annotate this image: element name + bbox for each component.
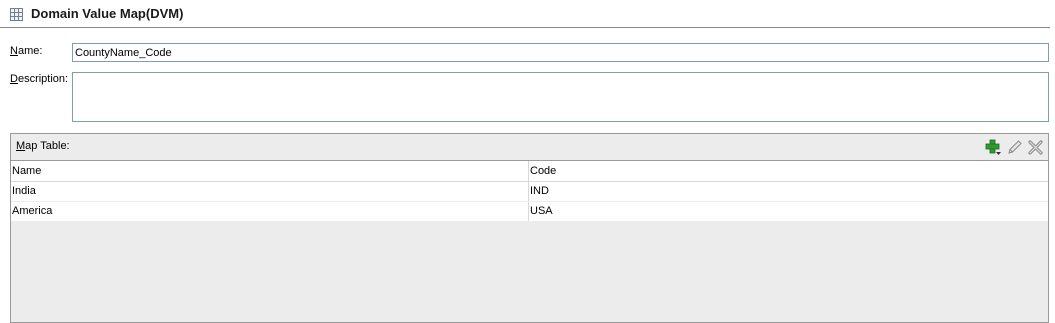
table-grid-icon	[10, 8, 23, 21]
map-table-label-access-key: M	[16, 140, 26, 152]
column-header-code[interactable]: Code	[529, 161, 1048, 181]
add-icon	[985, 139, 1001, 155]
name-label: Name:	[10, 45, 42, 57]
table-header-row: Name Code	[11, 160, 1048, 182]
map-table-label-rest: ap Table:	[25, 140, 70, 152]
description-label-rest: escription:	[17, 73, 69, 85]
description-label-access-key: D	[10, 73, 18, 85]
table-row[interactable]: America USA	[11, 202, 1048, 222]
table-cell-name[interactable]: America	[11, 202, 529, 221]
edit-row-button[interactable]	[1006, 139, 1023, 156]
map-table-label: Map Table:	[16, 140, 70, 152]
description-input[interactable]	[72, 72, 1049, 122]
page-header: Domain Value Map(DVM)	[0, 0, 1055, 28]
table-cell-name[interactable]: India	[11, 182, 529, 201]
table-row[interactable]: India IND	[11, 182, 1048, 202]
name-label-access-key: N	[10, 45, 18, 57]
page-title: Domain Value Map(DVM)	[31, 6, 184, 21]
table-cell-code[interactable]: IND	[529, 182, 1048, 201]
delete-row-button[interactable]	[1027, 139, 1044, 156]
map-table-toolbar: Map Table:	[11, 134, 1048, 160]
header-divider	[0, 27, 1050, 28]
name-label-rest: ame:	[17, 45, 43, 57]
edit-icon	[1008, 140, 1022, 154]
map-table-panel: Map Table: Name Code India IND America U…	[10, 133, 1049, 323]
column-header-name[interactable]: Name	[11, 161, 529, 181]
name-input[interactable]	[72, 43, 1049, 62]
delete-icon	[1028, 140, 1043, 155]
description-label: Description:	[10, 73, 68, 85]
map-table: Name Code India IND America USA	[11, 160, 1048, 222]
table-cell-code[interactable]: USA	[529, 202, 1048, 221]
add-row-button[interactable]	[985, 139, 1002, 156]
